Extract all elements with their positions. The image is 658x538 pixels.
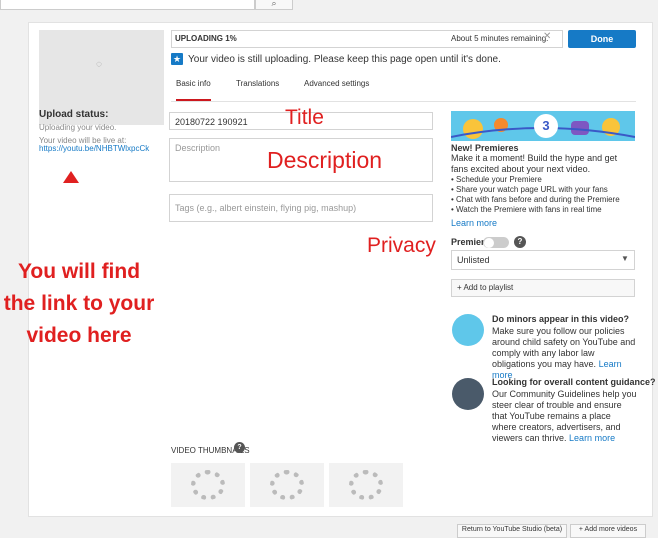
premieres-number-badge: 3 (534, 114, 558, 138)
minors-body: Make sure you follow our policies around… (492, 326, 636, 380)
progress-label: UPLOADING 1% (175, 34, 237, 43)
thumbnail-option-3[interactable] (329, 463, 403, 507)
toggle-knob (484, 238, 494, 248)
cancel-upload-icon[interactable]: ✕ (543, 31, 551, 42)
thumbnail-option-2[interactable] (250, 463, 324, 507)
chevron-down-icon: ▼ (621, 254, 629, 263)
upload-status-title: Upload status: (39, 109, 109, 120)
list-item: • Watch the Premiere with fans in real t… (451, 205, 602, 214)
arrow-up-icon (63, 171, 79, 183)
help-icon[interactable]: ? (514, 236, 526, 248)
tags-field[interactable]: Tags (e.g., albert einstein, flying pig,… (169, 194, 433, 222)
loading-spinner-icon: ◌ (96, 59, 102, 70)
tab-translations[interactable]: Translations (236, 79, 279, 88)
annotation-left-note: You will find the link to your video her… (3, 260, 155, 347)
annotation-privacy: Privacy (367, 234, 436, 257)
tab-basic-info[interactable]: Basic info (176, 79, 211, 101)
return-to-studio-button[interactable]: Return to YouTube Studio (beta) (457, 524, 567, 538)
add-to-playlist-button[interactable]: + Add to playlist (451, 279, 635, 297)
thumbnail-option-1[interactable] (171, 463, 245, 507)
premieres-list: • Schedule your Premiere • Share your wa… (451, 175, 636, 215)
thumbnail-placeholder-icon (270, 470, 304, 500)
tab-divider (171, 101, 636, 102)
premieres-title: New! Premieres (451, 143, 519, 153)
time-remaining: About 5 minutes remaining. (451, 34, 549, 43)
guidance-body: Our Community Guidelines help you steer … (492, 389, 637, 443)
premieres-learn-more[interactable]: Learn more (451, 218, 497, 228)
search-button[interactable]: ⌕ (255, 0, 293, 10)
minors-illustration-icon (452, 314, 484, 346)
minors-title: Do minors appear in this video? (492, 314, 630, 324)
annotation-description: Description (267, 147, 383, 173)
guidance-illustration-icon (452, 378, 484, 410)
video-link[interactable]: https://youtu.be/NHBTWlxpcCk (39, 144, 149, 153)
top-search-input[interactable] (0, 0, 255, 10)
magnifier-icon: ⌕ (271, 0, 277, 8)
list-item: • Chat with fans before and during the P… (451, 195, 620, 204)
thumbnail-placeholder-icon (349, 470, 383, 500)
add-more-videos-button[interactable]: + Add more videos (570, 524, 646, 538)
done-button[interactable]: Done (568, 30, 636, 48)
list-item: • Share your watch page URL with your fa… (451, 185, 608, 194)
premieres-desc: Make it a moment! Build the hype and get… (451, 153, 618, 174)
thumbnail-placeholder-icon (191, 470, 225, 500)
guidance-title: Looking for overall content guidance? (492, 377, 656, 387)
star-icon: ★ (171, 53, 183, 65)
tab-advanced-settings[interactable]: Advanced settings (304, 79, 369, 88)
privacy-select[interactable]: Unlisted (451, 250, 635, 270)
list-item: • Schedule your Premiere (451, 175, 542, 184)
annotation-title: Title (285, 106, 324, 129)
upload-notice: Your video is still uploading. Please ke… (188, 54, 501, 65)
guidance-learn-more[interactable]: Learn more (569, 433, 615, 443)
thumbnail-help-icon[interactable]: ? (234, 442, 245, 453)
upload-status-sub: Uploading your video. (39, 123, 117, 132)
